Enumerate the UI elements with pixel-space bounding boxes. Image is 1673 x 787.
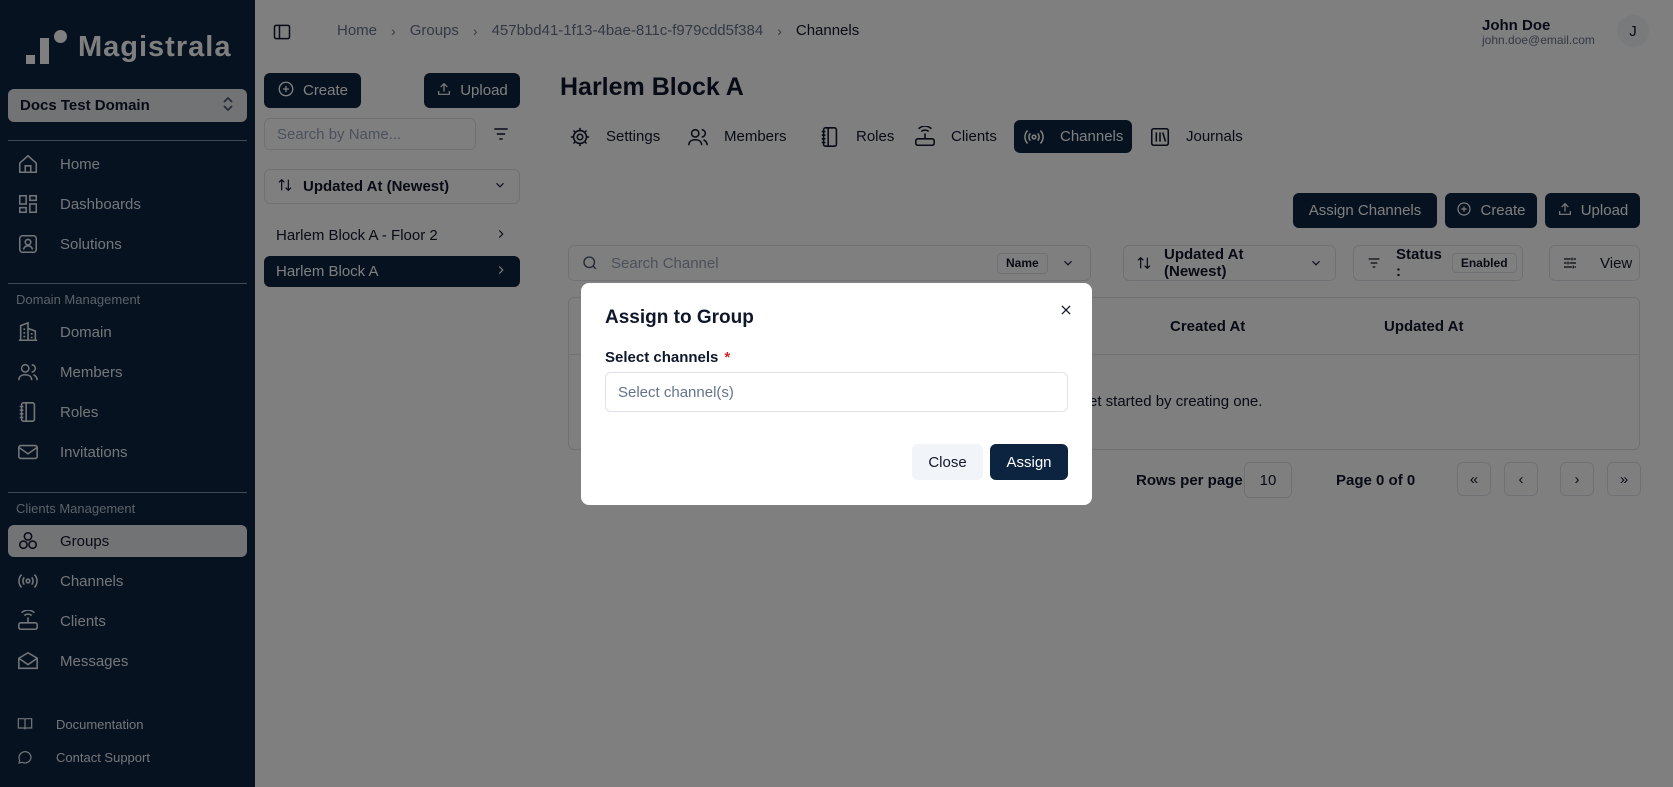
required-mark: * (724, 349, 731, 366)
select-channels-input[interactable]: Select channel(s) (605, 372, 1068, 412)
assign-to-group-dialog: Assign to Group Select channels * Select … (581, 283, 1092, 505)
close-icon[interactable] (1057, 301, 1075, 319)
select-channels-label: Select channels * (605, 349, 730, 366)
assign-button[interactable]: Assign (990, 444, 1068, 480)
field-label-text: Select channels (605, 349, 719, 366)
close-button[interactable]: Close (912, 444, 983, 480)
dialog-title: Assign to Group (605, 307, 754, 328)
